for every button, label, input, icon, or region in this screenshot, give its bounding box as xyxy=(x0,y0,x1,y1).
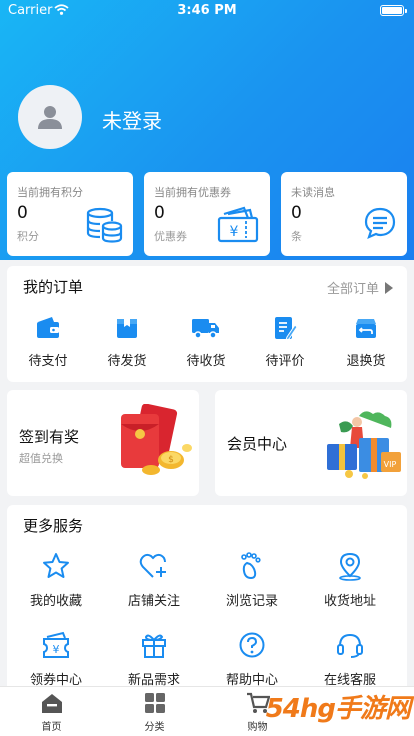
order-item-label: 待支付 xyxy=(28,354,68,369)
order-item-label: 待收货 xyxy=(186,354,226,369)
gift-icon xyxy=(142,634,166,658)
order-pending-payment[interactable]: 待支付 xyxy=(7,314,89,369)
order-pending-receive[interactable]: 待收货 xyxy=(165,314,247,369)
service-help[interactable]: 帮助中心 xyxy=(203,630,301,688)
avatar[interactable] xyxy=(18,85,82,149)
services-panel: 更多服务 我的收藏 店铺关注 浏览记录 收货地址 ¥ 领券中心 新品需求 帮助中… xyxy=(7,505,407,688)
wallet-icon xyxy=(37,317,59,338)
coupon-icon: ¥ xyxy=(217,206,259,243)
footprint-icon xyxy=(241,552,261,580)
tab-category[interactable]: 分类 xyxy=(103,691,206,733)
truck-icon xyxy=(192,319,219,339)
message-value: 0 xyxy=(291,203,302,223)
member-center-card[interactable]: 会员中心 VIP xyxy=(215,390,407,496)
service-coupon-center[interactable]: ¥ 领券中心 xyxy=(7,630,105,688)
tab-label: 分类 xyxy=(144,722,165,733)
coupon-label: 当前拥有优惠券 xyxy=(154,186,231,199)
tab-home[interactable]: 首页 xyxy=(0,691,103,733)
order-return[interactable]: 退换货 xyxy=(325,314,407,369)
order-pending-ship[interactable]: 待发货 xyxy=(86,314,168,369)
signin-subtitle: 超值兑换 xyxy=(19,452,63,465)
service-shop-follow[interactable]: 店铺关注 xyxy=(105,551,203,609)
svg-text:$: $ xyxy=(168,455,174,465)
coupon-value: 0 xyxy=(154,203,165,223)
service-address[interactable]: 收货地址 xyxy=(301,551,399,609)
edit-icon xyxy=(275,317,297,341)
all-orders-link[interactable]: 全部订单 xyxy=(327,278,393,297)
all-orders-label: 全部订单 xyxy=(326,282,379,297)
message-unit: 条 xyxy=(291,230,302,243)
user-icon xyxy=(38,106,62,129)
order-item-label: 待发货 xyxy=(107,354,147,369)
message-icon xyxy=(364,207,396,239)
service-label: 收货地址 xyxy=(323,594,376,609)
ticket-icon: ¥ xyxy=(43,631,69,658)
category-icon xyxy=(144,693,165,713)
watermark-logo: 54hg手游网 xyxy=(265,694,411,724)
services-title: 更多服务 xyxy=(23,517,84,535)
svg-text:¥: ¥ xyxy=(230,224,239,240)
message-label: 未读消息 xyxy=(291,186,335,199)
service-new-request[interactable]: 新品需求 xyxy=(105,630,203,688)
box-icon xyxy=(117,319,137,338)
points-unit: 积分 xyxy=(17,230,39,243)
help-icon xyxy=(239,632,265,658)
tab-label: 首页 xyxy=(41,722,62,733)
headset-icon xyxy=(337,633,363,658)
database-icon xyxy=(86,207,123,243)
home-icon xyxy=(41,694,62,713)
service-label: 浏览记录 xyxy=(225,594,278,609)
return-icon xyxy=(356,319,376,338)
member-title: 会员中心 xyxy=(227,435,288,453)
status-bar: Carrier 3:46 PM xyxy=(0,0,414,22)
username-label[interactable]: 未登录 xyxy=(102,105,162,134)
orders-title: 我的订单 xyxy=(23,278,84,296)
points-label: 当前拥有积分 xyxy=(17,186,83,199)
star-icon xyxy=(43,553,69,578)
red-envelope-icon: $ xyxy=(121,404,192,475)
heart-plus-icon xyxy=(139,553,166,578)
service-favorites[interactable]: 我的收藏 xyxy=(7,551,105,609)
coupon-unit: 优惠券 xyxy=(154,230,187,243)
service-history[interactable]: 浏览记录 xyxy=(203,551,301,609)
svg-text:¥: ¥ xyxy=(53,643,60,656)
points-card[interactable]: 当前拥有积分 0 积分 xyxy=(7,172,133,256)
member-gift-icon: VIP xyxy=(327,411,401,479)
signin-card[interactable]: 签到有奖 超值兑换 $ xyxy=(7,390,199,496)
service-label: 店铺关注 xyxy=(127,594,180,609)
order-pending-review[interactable]: 待评价 xyxy=(244,314,326,369)
clock: 3:46 PM xyxy=(177,3,237,18)
message-card[interactable]: 未读消息 0 条 xyxy=(281,172,407,256)
order-item-label: 待评价 xyxy=(265,354,305,369)
orders-panel: 我的订单 全部订单 待支付 待发货 待收货 待评价 退换货 xyxy=(7,266,407,382)
coupon-card[interactable]: 当前拥有优惠券 0 优惠券 ¥ xyxy=(144,172,270,256)
service-label: 我的收藏 xyxy=(29,594,82,609)
order-item-label: 退换货 xyxy=(346,354,386,369)
chevron-right-icon xyxy=(385,281,393,294)
location-icon xyxy=(339,552,361,581)
svg-text:VIP: VIP xyxy=(384,460,397,469)
signin-title: 签到有奖 xyxy=(19,428,80,446)
battery-icon xyxy=(380,5,407,16)
service-online-support[interactable]: 在线客服 xyxy=(301,630,399,688)
points-value: 0 xyxy=(17,203,28,223)
